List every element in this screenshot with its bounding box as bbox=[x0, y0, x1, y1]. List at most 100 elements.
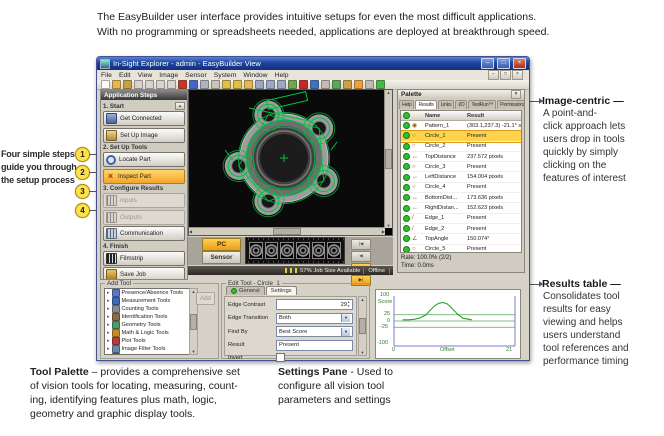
scrollbar-thumb[interactable] bbox=[273, 228, 301, 235]
edit-tool-scrollbar[interactable]: ▲ ▼ bbox=[358, 296, 367, 356]
palette-tab[interactable]: Results bbox=[415, 100, 436, 109]
add-button[interactable]: Add bbox=[196, 292, 215, 305]
scrollbar-thumb[interactable] bbox=[385, 149, 392, 169]
expander-icon[interactable]: ▸ bbox=[107, 346, 110, 352]
link-icon[interactable] bbox=[211, 80, 220, 89]
spreadsheet-view-icon[interactable] bbox=[365, 80, 374, 89]
name-column-header[interactable]: Name bbox=[425, 113, 467, 119]
menu-item[interactable]: Sensor bbox=[185, 72, 207, 79]
online-icon[interactable] bbox=[376, 80, 385, 89]
copy-icon[interactable] bbox=[156, 80, 165, 89]
table-row[interactable]: ○ Circle_2 Present bbox=[401, 142, 521, 152]
first-frame-button[interactable]: |◀ bbox=[351, 239, 371, 250]
previous-frame-button[interactable]: ◀ bbox=[351, 251, 371, 262]
menu-item[interactable]: Image bbox=[159, 72, 178, 79]
flag-icon[interactable] bbox=[222, 80, 231, 89]
scroll-down-icon[interactable]: ▼ bbox=[190, 349, 197, 354]
menu-item[interactable]: Help bbox=[275, 72, 289, 79]
table-row[interactable]: / Edge_2 Present bbox=[401, 224, 521, 234]
image-display-area[interactable]: ▲ ▼ ◀ ▶ bbox=[188, 89, 393, 236]
scroll-up-icon[interactable]: ▲ bbox=[359, 297, 366, 302]
record-icon[interactable] bbox=[299, 80, 308, 89]
menu-item[interactable]: File bbox=[101, 72, 112, 79]
find-by-select[interactable]: Best Score ▼ bbox=[276, 326, 353, 337]
save-icon[interactable] bbox=[123, 80, 132, 89]
undo-icon[interactable] bbox=[189, 80, 198, 89]
scroll-down-icon[interactable]: ▼ bbox=[359, 350, 366, 355]
close-button[interactable]: × bbox=[513, 58, 526, 69]
monitor-icon[interactable] bbox=[310, 80, 319, 89]
list-item[interactable]: ▸ Measurement Tools bbox=[105, 297, 197, 305]
zoom-in-icon[interactable] bbox=[266, 80, 275, 89]
menu-item[interactable]: Window bbox=[243, 72, 267, 79]
scroll-left-icon[interactable]: ◀ bbox=[189, 229, 192, 234]
open-folder-icon[interactable] bbox=[112, 80, 121, 89]
tab-settings[interactable]: Settings bbox=[266, 286, 297, 295]
pc-button[interactable]: PC bbox=[202, 238, 241, 251]
dropdown-arrow-icon[interactable]: ▼ bbox=[341, 314, 350, 322]
table-row[interactable]: ○ Circle_5 Present bbox=[401, 245, 521, 253]
print-icon[interactable] bbox=[134, 80, 143, 89]
cut-icon[interactable] bbox=[145, 80, 154, 89]
table-row[interactable]: ↔ TopDistance 237.572 pixels bbox=[401, 152, 521, 162]
palette-close-icon[interactable]: × bbox=[511, 90, 521, 99]
menu-item[interactable]: Edit bbox=[119, 72, 131, 79]
expander-icon[interactable]: ▸ bbox=[107, 306, 110, 312]
locate-part-button[interactable]: Locate Part bbox=[103, 152, 185, 167]
expander-icon[interactable]: ▸ bbox=[107, 314, 110, 320]
table-row[interactable]: / Edge_1 Present bbox=[401, 214, 521, 224]
menu-item[interactable]: System bbox=[214, 72, 237, 79]
save-job-button[interactable]: Save Job bbox=[103, 267, 185, 279]
mdi-restore-button[interactable]: □ bbox=[500, 70, 511, 80]
filmstrip-frame[interactable] bbox=[249, 242, 263, 259]
filmstrip-frame[interactable] bbox=[312, 242, 326, 259]
list-item[interactable]: ▸ Plot Tools bbox=[105, 337, 197, 345]
palette-tab[interactable]: Permissions bbox=[497, 100, 524, 109]
scrollbar-thumb[interactable] bbox=[190, 314, 197, 330]
outputs-button[interactable]: Outputs bbox=[103, 210, 185, 225]
delete-icon[interactable] bbox=[178, 80, 187, 89]
new-document-icon[interactable] bbox=[101, 80, 110, 89]
table-row[interactable]: ∠ TopAngle 150.074° bbox=[401, 234, 521, 244]
scroll-up-icon[interactable]: ▲ bbox=[175, 102, 185, 110]
expander-icon[interactable]: ▸ bbox=[107, 322, 110, 328]
sensor-net-icon[interactable] bbox=[332, 80, 341, 89]
scrollbar-thumb[interactable] bbox=[359, 318, 366, 334]
inputs-button[interactable]: Inputs bbox=[103, 193, 185, 208]
scroll-right-icon[interactable]: ▶ bbox=[382, 229, 385, 234]
zoom-out-icon[interactable] bbox=[255, 80, 264, 89]
filmstrip-frame[interactable] bbox=[280, 242, 294, 259]
filmstrip-frame[interactable] bbox=[265, 242, 279, 259]
table-row[interactable]: ↔ RightDistan... 152.623 pixels bbox=[401, 203, 521, 213]
expander-icon[interactable]: ▸ bbox=[107, 290, 110, 296]
table-row[interactable]: ○ Circle_4 Present bbox=[401, 183, 521, 193]
edge-contrast-input[interactable]: 29 ▲▼ bbox=[276, 299, 353, 310]
list-item[interactable]: ▸ Geometry Tools bbox=[105, 321, 197, 329]
dropdown-arrow-icon[interactable]: ▼ bbox=[341, 328, 350, 336]
result-column-header[interactable]: Result bbox=[467, 113, 521, 119]
table-row[interactable]: ↔ LeftDistance 154.004 pixels bbox=[401, 172, 521, 182]
palette-tab[interactable]: Links bbox=[438, 100, 455, 109]
inspect-part-button[interactable]: × Inspect Part bbox=[103, 169, 185, 184]
image-horizontal-scrollbar[interactable]: ◀ ▶ bbox=[189, 227, 385, 235]
expander-icon[interactable]: ▸ bbox=[107, 354, 110, 355]
list-item[interactable]: ▸ Image Filter Tools bbox=[105, 345, 197, 353]
get-connected-button[interactable]: Get Connected bbox=[103, 111, 185, 126]
table-row[interactable]: ◉ Pattern_1 (303.1,237.3) -21.1° score..… bbox=[401, 121, 521, 131]
spin-down-icon[interactable]: ▼ bbox=[347, 305, 350, 309]
folder-jobs-icon[interactable] bbox=[244, 80, 253, 89]
list-item[interactable]: ▸ Identification Tools bbox=[105, 313, 197, 321]
mdi-close-button[interactable]: × bbox=[512, 70, 523, 80]
set-up-image-button[interactable]: Set Up Image bbox=[103, 128, 185, 143]
paste-icon[interactable] bbox=[167, 80, 176, 89]
list-item[interactable]: ▸ Defect Detection Tools bbox=[105, 353, 197, 355]
image-vertical-scrollbar[interactable]: ▲ ▼ bbox=[384, 90, 392, 228]
scroll-down-icon[interactable]: ▼ bbox=[385, 223, 392, 228]
grid-icon[interactable] bbox=[321, 80, 330, 89]
zoom-fit-icon[interactable] bbox=[277, 80, 286, 89]
easybuilder-view-icon[interactable] bbox=[354, 80, 363, 89]
status-column-header[interactable] bbox=[401, 112, 425, 119]
palette-tab[interactable]: TestRun™ bbox=[468, 100, 496, 109]
expander-icon[interactable]: ▸ bbox=[107, 338, 110, 344]
image-acquire-icon[interactable] bbox=[288, 80, 297, 89]
